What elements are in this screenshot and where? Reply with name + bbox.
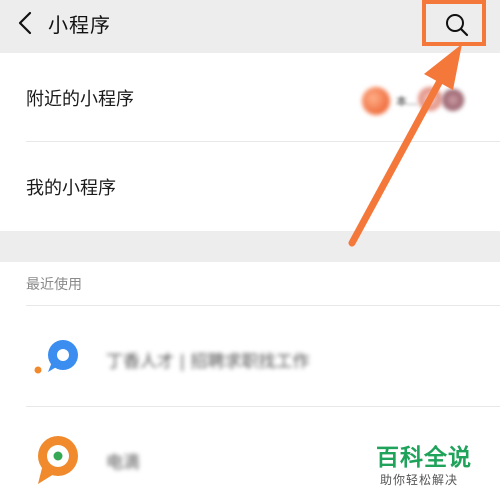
my-mini-programs-label: 我的小程序 (26, 178, 116, 199)
list-item[interactable]: 丁香人才 | 招聘求职找工作 (0, 312, 500, 400)
avatar (418, 87, 442, 111)
app-logo-icon (34, 340, 78, 374)
watermark-logo: 百科全说 助你轻松解决 (376, 438, 496, 494)
app-logo-icon (38, 436, 78, 484)
mini-program-menu: 附近的小程序 本... 我的小程序 (0, 53, 500, 231)
divider (26, 305, 500, 306)
app-name: 电滴 (106, 453, 140, 473)
nearby-mini-programs-label: 附近的小程序 (26, 89, 134, 110)
avatar (362, 87, 390, 115)
search-button[interactable] (422, 0, 486, 46)
avatar (442, 89, 464, 111)
my-mini-programs-item[interactable]: 我的小程序 (0, 142, 500, 230)
nearby-mini-programs-item[interactable]: 附近的小程序 本... (0, 53, 500, 141)
nearby-preview-text: 本... (396, 95, 418, 108)
nearby-preview-avatars: 本... (360, 85, 470, 121)
app-name: 丁香人才 | 招聘求职找工作 (106, 352, 310, 372)
page-title: 小程序 (48, 13, 111, 37)
chevron-left-icon[interactable] (14, 9, 38, 37)
watermark-subtitle: 助你轻松解决 (380, 473, 459, 487)
top-bar: 小程序 (0, 0, 500, 50)
section-title: 最近使用 (26, 277, 82, 293)
divider (26, 406, 500, 407)
search-icon[interactable] (444, 12, 470, 38)
watermark-title: 百科全说 (376, 445, 472, 471)
